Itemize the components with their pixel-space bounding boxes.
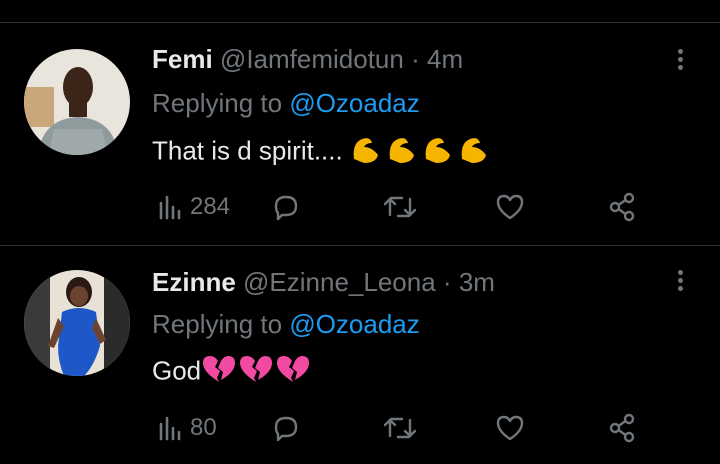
retweet-button[interactable] [382, 187, 418, 227]
views-button[interactable]: 80 [156, 408, 217, 448]
timestamp[interactable]: 3m [459, 267, 495, 297]
user-handle[interactable]: @Ezinne_Leona [243, 267, 436, 297]
more-options-icon[interactable] [668, 267, 692, 297]
broken-heart-emoji [201, 354, 313, 391]
views-button[interactable]: 284 [156, 187, 230, 227]
like-button[interactable] [494, 187, 526, 227]
tweet-ezinne[interactable]: Ezinne @Ezinne_Leona · 3m Replying to @O… [0, 246, 720, 464]
tweet-actions: 80 [152, 408, 652, 448]
share-icon [609, 192, 635, 222]
tweet-actions: 284 [152, 187, 652, 227]
display-name[interactable]: Femi [152, 44, 213, 74]
share-button[interactable] [606, 408, 638, 448]
replying-to-label: Replying to [152, 88, 290, 118]
views-icon [159, 195, 181, 220]
tweet-body: God [152, 355, 202, 386]
retweet-button[interactable] [382, 408, 418, 448]
display-name[interactable]: Ezinne [152, 267, 236, 297]
view-count: 284 [190, 193, 231, 220]
retweet-icon [383, 196, 417, 218]
retweet-icon [383, 417, 417, 439]
like-button[interactable] [494, 408, 526, 448]
replying-to-label: Replying to [152, 309, 290, 339]
reply-button[interactable] [270, 187, 302, 227]
view-count: 80 [190, 414, 217, 441]
separator: · [442, 267, 452, 297]
share-button[interactable] [606, 187, 638, 227]
separator: · [411, 44, 420, 74]
avatar[interactable] [24, 270, 130, 376]
views-icon [159, 416, 181, 441]
user-handle[interactable]: @Iamfemidotun [220, 44, 404, 74]
replying-to: Replying to @Ozoadaz [152, 88, 420, 119]
like-icon [496, 415, 524, 441]
tweet-text: That is d spirit.... [152, 133, 494, 172]
replying-to: Replying to @Ozoadaz [152, 309, 420, 340]
avatar[interactable] [24, 49, 130, 155]
mention-link[interactable]: @Ozoadaz [289, 88, 419, 118]
like-icon [496, 194, 524, 220]
tweet-femi[interactable]: Femi @Iamfemidotun · 4m Replying to @Ozo… [0, 23, 720, 245]
tweet-header: Femi @Iamfemidotun · 4m [152, 44, 463, 75]
more-options-icon[interactable] [668, 46, 692, 76]
mention-link[interactable]: @Ozoadaz [289, 309, 419, 339]
flexed-biceps-emoji [350, 133, 494, 172]
tweet-text: God [152, 354, 313, 391]
tweet-body: That is d spirit.... [152, 135, 343, 166]
reply-button[interactable] [270, 408, 302, 448]
reply-icon [274, 195, 298, 221]
share-icon [609, 413, 635, 443]
tweet-header: Ezinne @Ezinne_Leona · 3m [152, 267, 495, 298]
timestamp[interactable]: 4m [427, 44, 463, 74]
reply-icon [274, 416, 298, 442]
